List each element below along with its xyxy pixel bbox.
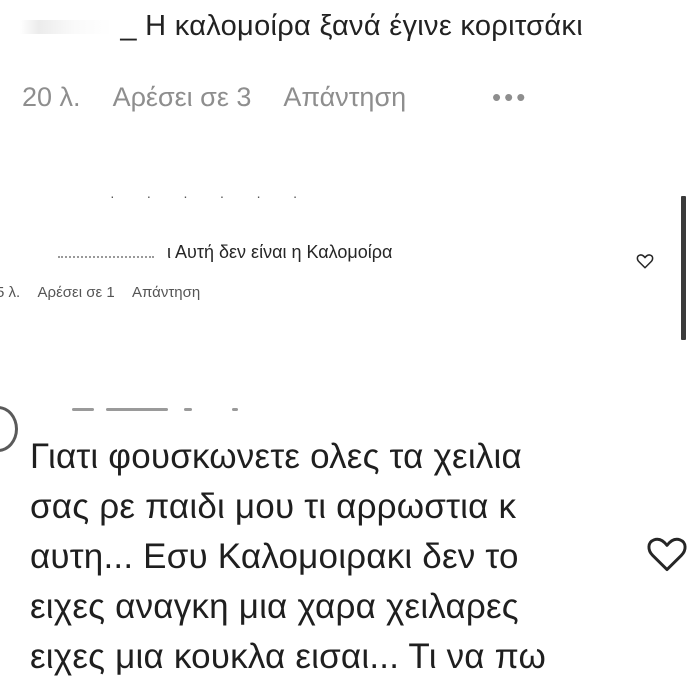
comment-2-time: 5 λ. bbox=[0, 284, 21, 301]
heart-outline-icon[interactable] bbox=[645, 532, 689, 576]
more-options-icon[interactable]: ••• bbox=[492, 82, 528, 113]
comment-2-meta: 5 λ. Αρέσει σε 1 Απάντηση bbox=[0, 284, 214, 301]
comment-3-line: σας ρε παιδι μου τι αρρωστια κ bbox=[30, 487, 517, 526]
comment-2-reply-button[interactable]: Απάντηση bbox=[132, 284, 200, 301]
comment-1-text: _ Η καλομοίρα ξανά έγινε κοριτσάκι bbox=[20, 10, 583, 43]
comment-1-prefix: _ bbox=[120, 10, 137, 42]
heart-outline-icon[interactable] bbox=[636, 252, 654, 270]
comment-1-meta: 20 λ. Αρέσει σε 3 Απάντηση bbox=[22, 82, 432, 113]
comment-3-line: ειχες αναγκη μια χαρα χειλαρες bbox=[30, 587, 519, 626]
comment-1-likes-link[interactable]: Αρέσει σε 3 bbox=[113, 82, 252, 112]
comment-3-line: Γιατι φουσκωνετε ολες τα χειλια bbox=[30, 437, 522, 476]
blurred-username bbox=[20, 20, 112, 35]
comment-2-body: Αυτή δεν είναι η Καλομοίρα bbox=[175, 242, 393, 262]
comment-2-prefix: ι bbox=[167, 242, 172, 262]
comment-3-line: ειχες μια κουκλα εισαι... Τι να πω bbox=[30, 637, 547, 676]
comment-2-likes-link[interactable]: Αρέσει σε 1 bbox=[38, 284, 115, 301]
comment-1-body: Η καλομοίρα ξανά έγινε κοριτσάκι bbox=[145, 10, 583, 42]
blurred-username-dots: · · · · · · bbox=[110, 188, 312, 204]
comment-1-time: 20 λ. bbox=[22, 82, 81, 112]
blurred-username bbox=[58, 248, 154, 259]
comment-3-text: Γιατι φουσκωνετε ολες τα χειλια σας ρε π… bbox=[30, 432, 546, 682]
scrollbar[interactable] bbox=[681, 196, 686, 340]
comment-3-line: αυτη... Εσυ Καλομοιρακι δεν το bbox=[30, 537, 519, 576]
comment-2-text: ι Αυτή δεν είναι η Καλομοίρα bbox=[58, 242, 392, 263]
comment-1-reply-button[interactable]: Απάντηση bbox=[283, 82, 406, 112]
avatar[interactable] bbox=[0, 406, 18, 452]
blurred-username bbox=[72, 396, 242, 418]
